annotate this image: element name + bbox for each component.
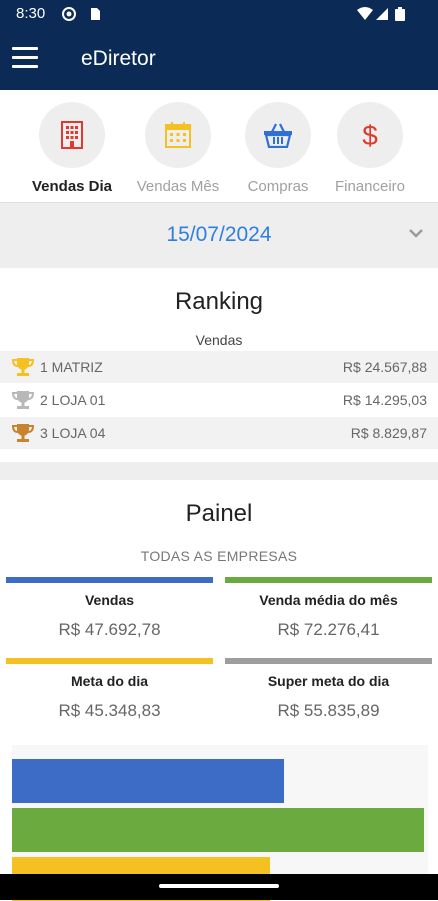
painel-title: Painel	[185, 500, 253, 527]
dollar-icon: $	[362, 120, 378, 150]
signal-icon	[376, 8, 388, 20]
app-bar: eDiretor	[0, 28, 438, 90]
vpn-icon	[62, 7, 76, 21]
status-bar: 8:30	[0, 0, 438, 28]
bronze-trophy-icon	[12, 424, 34, 442]
menu-icon[interactable]	[12, 47, 38, 69]
tab-label: Financeiro	[334, 178, 406, 195]
ranking-subtitle: Vendas	[195, 332, 243, 348]
chart-bar	[12, 808, 424, 852]
tab-label: Compras	[247, 178, 309, 195]
ranking-store-value: R$ 14.295,03	[342, 392, 427, 408]
selected-date: 15/07/2024	[166, 223, 272, 246]
date-selector[interactable]: 15/07/2024	[0, 202, 438, 268]
kpi-color-bar	[6, 577, 213, 583]
home-gesture-handle[interactable]	[159, 884, 279, 888]
gold-trophy-icon	[12, 358, 34, 376]
ranking-row[interactable]: 2 LOJA 01 R$ 14.295,03	[0, 384, 438, 416]
painel-subtitle: TODAS AS EMPRESAS	[140, 548, 298, 564]
kpi-label: Meta do dia	[70, 673, 148, 689]
ranking-row[interactable]: 3 LOJA 04 R$ 8.829,87	[0, 417, 438, 449]
tab-vendas-mes[interactable]: Vendas Mês	[133, 102, 223, 195]
system-nav-bar	[0, 874, 438, 900]
tab-vendas-dia[interactable]: Vendas Dia	[27, 102, 117, 195]
painel-card: Painel TODAS AS EMPRESAS Vendas R$ 47.69…	[0, 480, 438, 901]
ranking-title: Ranking	[174, 288, 264, 315]
kpi-super-meta: Super meta do dia R$ 55.835,89	[225, 658, 432, 721]
status-time: 8:30	[16, 5, 46, 22]
ranking-card: Ranking Vendas 1 MATRIZ R$ 24.567,88 2 L…	[0, 268, 438, 462]
section-divider	[0, 462, 438, 480]
tab-label: Vendas Dia	[31, 178, 113, 195]
kpi-color-bar	[6, 658, 213, 664]
wifi-icon	[357, 7, 373, 20]
ranking-store-value: R$ 8.829,87	[350, 425, 427, 441]
chevron-down-icon[interactable]	[408, 227, 424, 239]
chart-bar	[12, 759, 284, 803]
kpi-value: R$ 45.348,83	[58, 701, 161, 720]
kpi-meta-dia: Meta do dia R$ 45.348,83	[6, 658, 213, 721]
tab-financeiro[interactable]: $ Financeiro	[325, 102, 415, 195]
calendar-icon	[165, 122, 191, 148]
kpi-color-bar	[225, 658, 432, 664]
ranking-store-name: 1 MATRIZ	[40, 359, 103, 375]
kpi-label: Venda média do mês	[259, 592, 398, 608]
kpi-vendas: Vendas R$ 47.692,78	[6, 577, 213, 640]
tab-label: Vendas Mês	[136, 178, 220, 195]
kpi-color-bar	[225, 577, 432, 583]
kpi-value: R$ 55.835,89	[277, 701, 380, 720]
kpi-label: Super meta do dia	[267, 673, 390, 689]
sim-card-icon	[91, 8, 100, 20]
kpi-value: R$ 47.692,78	[58, 620, 161, 639]
app-title: eDiretor	[81, 47, 156, 70]
battery-icon	[395, 7, 405, 21]
kpi-value: R$ 72.276,41	[277, 620, 380, 639]
kpi-venda-media: Venda média do mês R$ 72.276,41	[225, 577, 432, 640]
svg-text:$: $	[362, 120, 378, 150]
ranking-store-name: 3 LOJA 04	[40, 425, 106, 441]
tab-bar: Vendas Dia Vendas Mês Compras $ Financei…	[0, 90, 438, 202]
basket-icon	[264, 123, 292, 148]
building-icon	[61, 121, 83, 149]
silver-trophy-icon	[12, 391, 34, 409]
ranking-store-name: 2 LOJA 01	[40, 392, 106, 408]
tab-compras[interactable]: Compras	[233, 102, 323, 195]
kpi-label: Vendas	[84, 592, 135, 608]
ranking-row[interactable]: 1 MATRIZ R$ 24.567,88	[0, 351, 438, 383]
ranking-store-value: R$ 24.567,88	[342, 359, 427, 375]
painel-bar-chart	[12, 745, 428, 901]
